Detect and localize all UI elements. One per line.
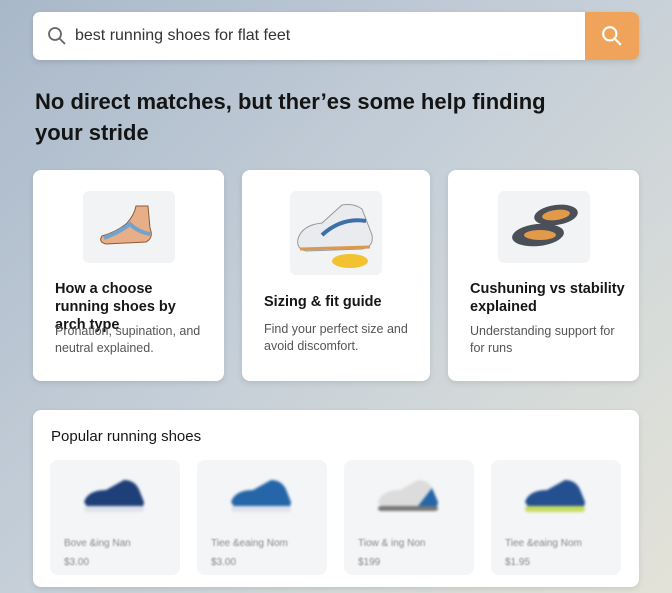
shoe-measuring-tape-image: [290, 191, 382, 275]
shoe-image: [84, 480, 144, 512]
shoe-image: [378, 480, 438, 511]
product-tile[interactable]: Tiee &eaing Nom $1.95: [491, 460, 621, 575]
shoe-image: [231, 480, 291, 512]
foot-arch-image: [82, 191, 175, 263]
search-bar: [33, 12, 639, 60]
search-button[interactable]: [585, 12, 639, 60]
card-title: Cushuning vs stability explained: [470, 281, 625, 315]
card-description: Understanding support for for runs: [470, 324, 615, 355]
shoe-image: [525, 480, 585, 512]
section-title: Popular running shoes: [51, 428, 202, 445]
card-title: Sizing & fit guide: [264, 294, 382, 310]
product-tile[interactable]: Tiee &eaing Nom $3.00: [197, 460, 327, 575]
card-description: Pronation, supination, and neutral expla…: [55, 324, 201, 355]
article-card-cushioning[interactable]: Cushuning vs stability explained Underst…: [448, 170, 639, 381]
popular-shoes-panel: Popular running shoes Bove &ing Nan $3.0…: [33, 410, 639, 587]
product-tile[interactable]: Tiow & ing Non $199: [344, 460, 474, 575]
shoe-soles-image: [497, 191, 590, 263]
search-input[interactable]: [75, 12, 575, 60]
search-icon: [48, 27, 66, 45]
article-card-arch-type[interactable]: How a choose running shoes by arch type …: [33, 170, 224, 381]
product-tile[interactable]: Bove &ing Nan $3.00: [50, 460, 180, 575]
search-icon: [602, 26, 622, 46]
card-description: Find your perfect size and avoid discomf…: [264, 322, 408, 353]
page-heading: No direct matches, but ther’es some help…: [35, 89, 546, 145]
article-card-sizing[interactable]: Sizing & fit guide Find your perfect siz…: [242, 170, 430, 381]
